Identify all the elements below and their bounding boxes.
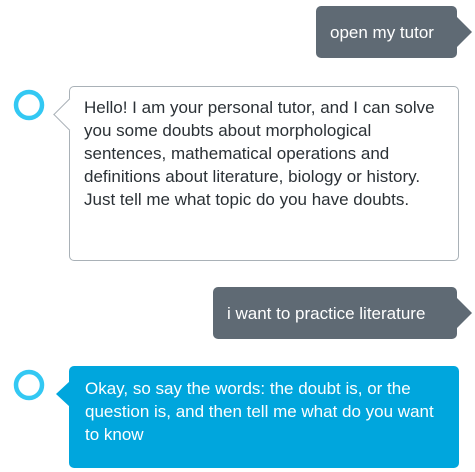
- alexa-response-card: Okay, so say the words: the doubt is, or…: [56, 366, 459, 468]
- alexa-response-bubble: Hello! I am your personal tutor, and I c…: [69, 86, 459, 261]
- user-message-bubble: open my tutor: [316, 6, 457, 58]
- alexa-response-text: Okay, so say the words: the doubt is, or…: [85, 379, 434, 444]
- alexa-response-text: Hello! I am your personal tutor, and I c…: [84, 98, 435, 209]
- alexa-ring-icon: [13, 369, 45, 401]
- user-message-bubble: i want to practice literature: [213, 287, 457, 339]
- chat-conversation: open my tutor Hello! I am your personal …: [0, 0, 475, 472]
- alexa-ring-icon: [13, 89, 45, 121]
- user-message-text: i want to practice literature: [227, 303, 426, 323]
- user-message-text: open my tutor: [330, 22, 434, 42]
